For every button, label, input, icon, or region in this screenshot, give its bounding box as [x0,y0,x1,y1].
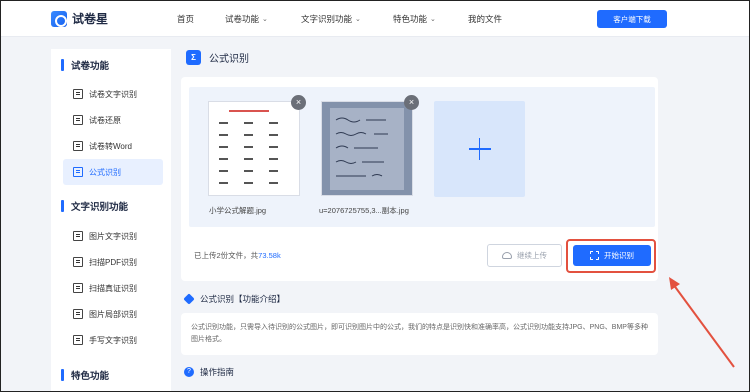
annotation-arrow-icon [669,277,735,368]
app-window: 试卷星 首页 试卷功能 ⌄ 文字识别功能 ⌄ 特色功能 ⌄ 我的文件 客户端下载… [0,0,750,392]
